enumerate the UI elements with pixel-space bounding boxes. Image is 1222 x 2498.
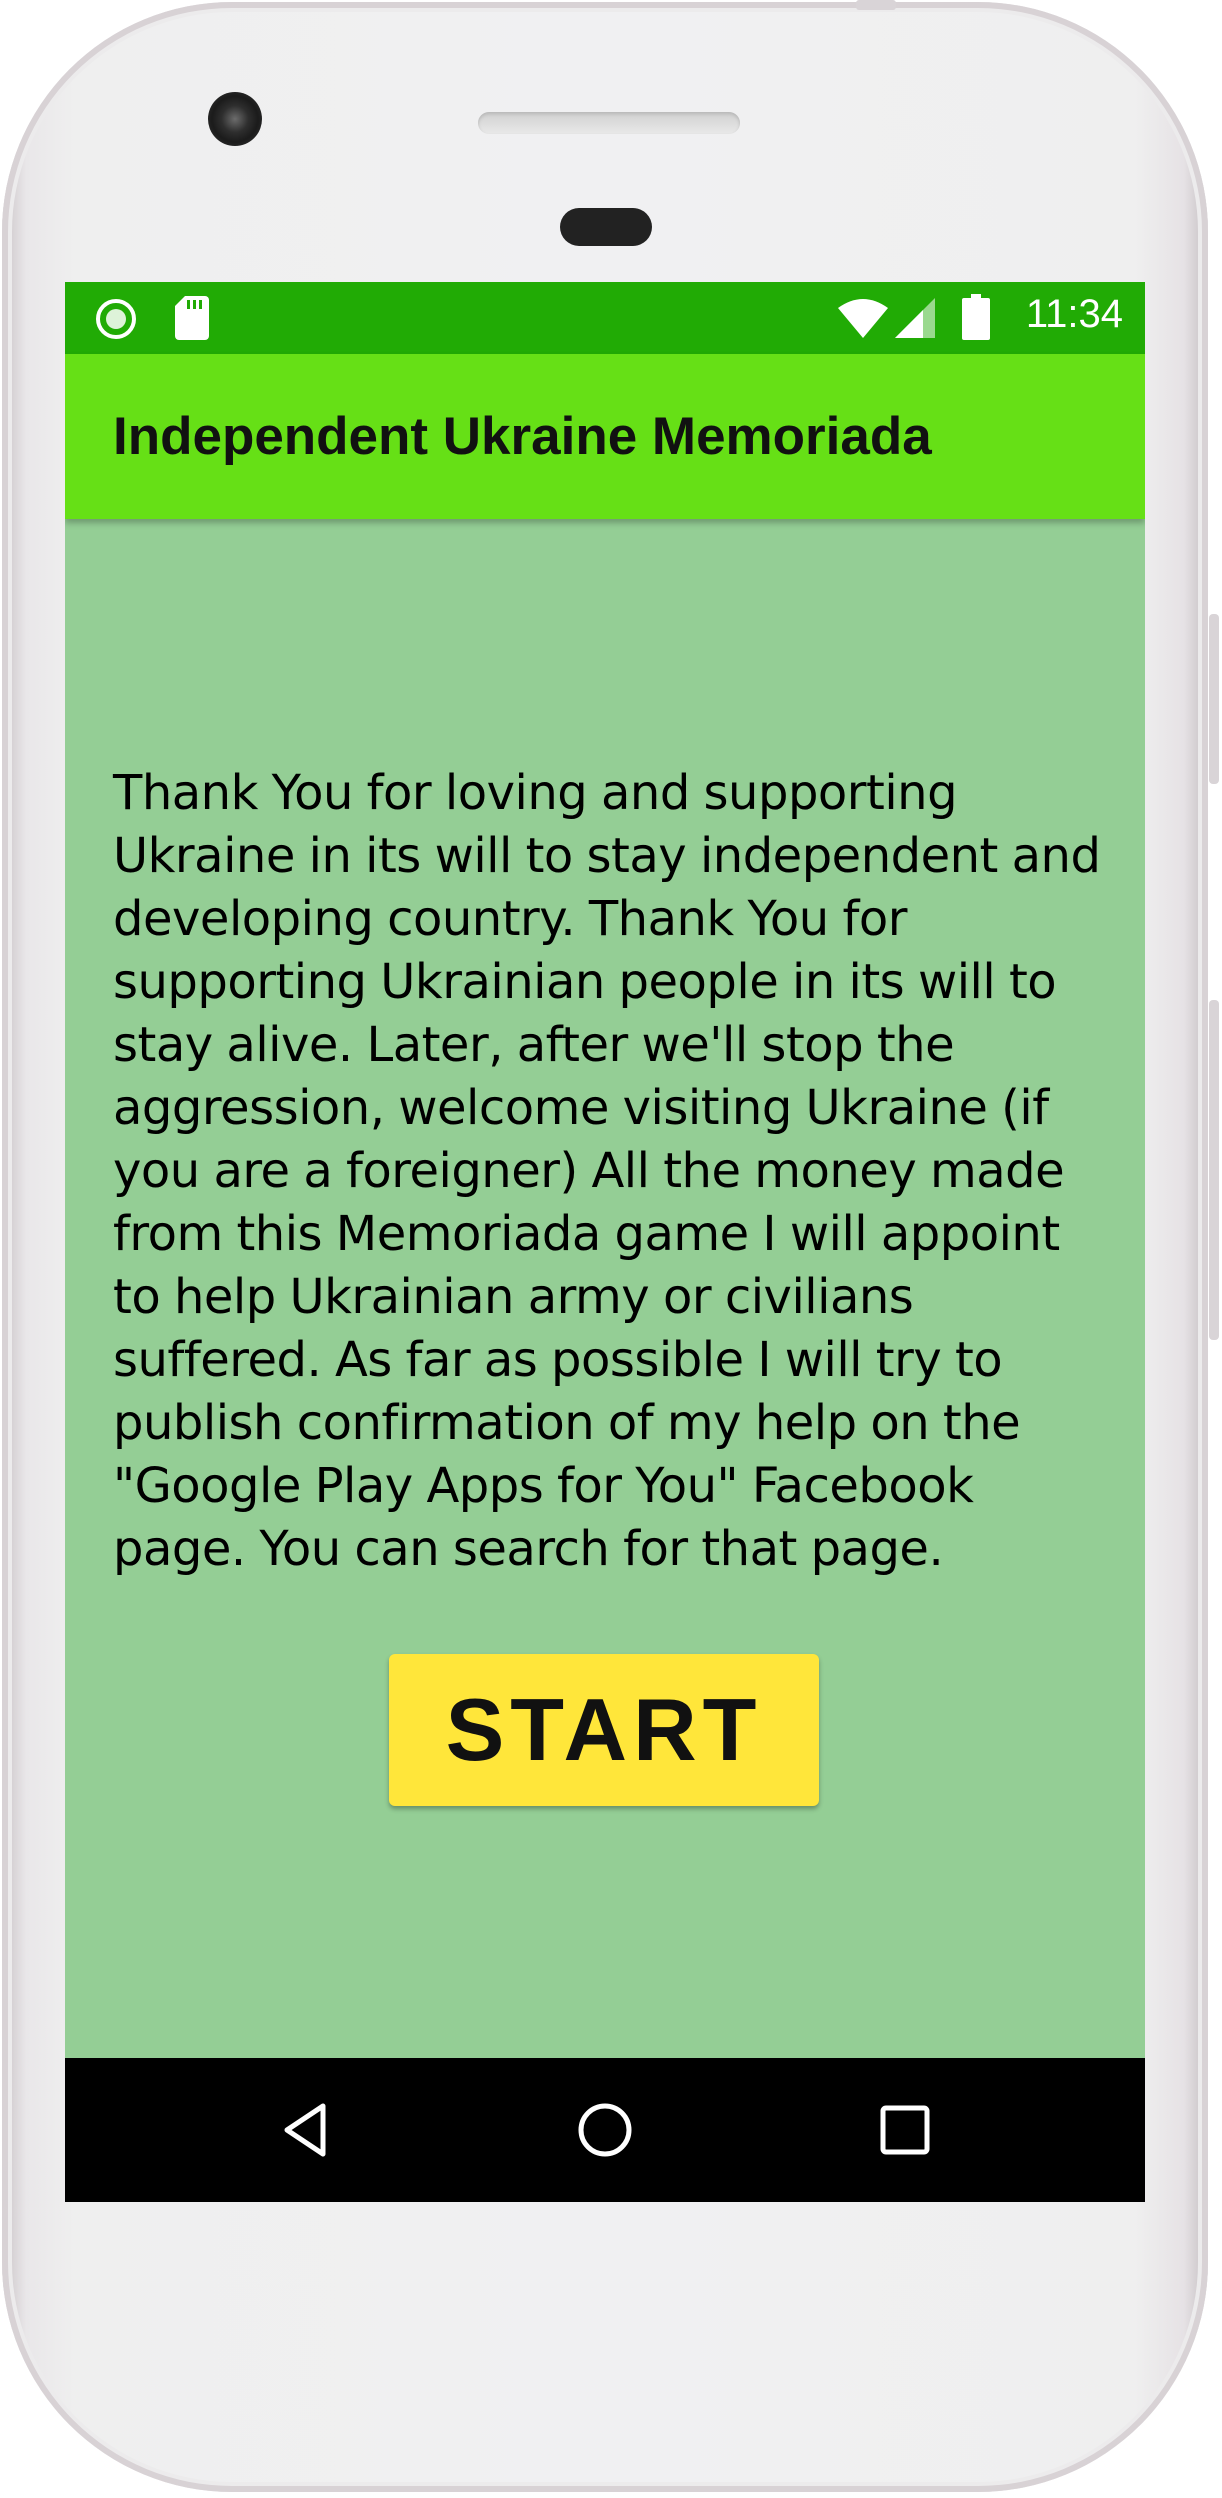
status-time: 11:34 [1025, 292, 1123, 336]
wifi-icon [838, 299, 888, 338]
start-button[interactable]: START [389, 1654, 819, 1806]
sd-card-icon [175, 296, 209, 340]
support-message: Thank You for loving and supporting Ukra… [113, 765, 1101, 1577]
signal-icon [895, 298, 935, 338]
proximity-sensor [560, 208, 652, 246]
app-bar: Independent Ukraine Memoriada [65, 354, 1145, 519]
power-button [1209, 614, 1219, 784]
phone-top-edge-button [856, 0, 896, 10]
app-title: Independent Ukraine Memoriada [113, 407, 932, 466]
volume-button [1209, 1000, 1219, 1340]
navigation-bar [65, 2058, 1145, 2202]
back-icon[interactable] [275, 2100, 335, 2160]
front-camera [208, 92, 262, 146]
status-bar: 11:34 [65, 282, 1145, 354]
earpiece-speaker [478, 112, 740, 134]
record-icon [96, 299, 136, 339]
battery-icon [962, 294, 990, 340]
screen: 11:34 Independent Ukraine Memoriada Than… [65, 282, 1145, 2202]
home-icon[interactable] [575, 2100, 635, 2160]
recents-icon[interactable] [875, 2100, 935, 2160]
